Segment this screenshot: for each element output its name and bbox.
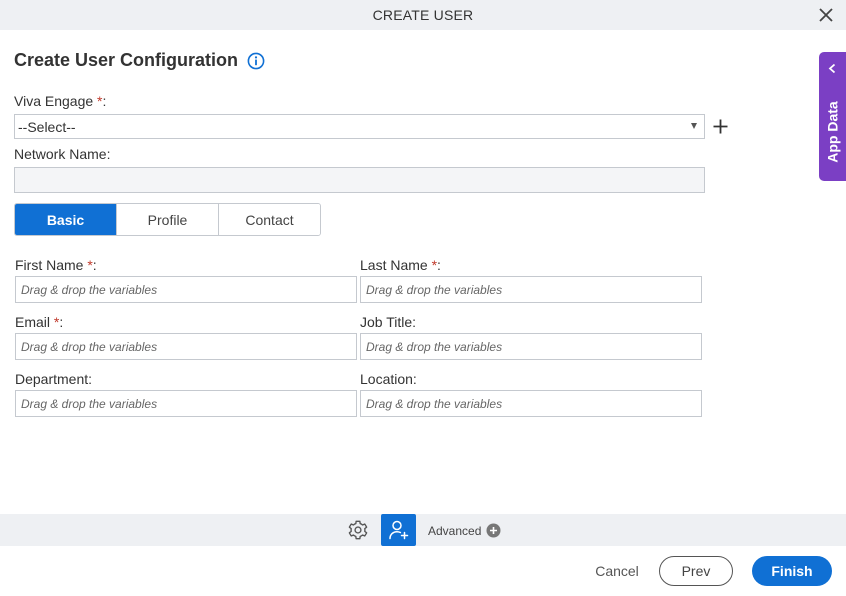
plus-circle-icon: [486, 523, 501, 538]
advanced-toggle[interactable]: Advanced: [428, 523, 501, 538]
gear-icon[interactable]: [347, 519, 369, 541]
prev-button[interactable]: Prev: [659, 556, 733, 586]
info-icon[interactable]: [247, 52, 265, 70]
network-name-label: Network Name:: [14, 146, 111, 162]
tab-bar: Basic Profile Contact: [14, 203, 321, 236]
email-input[interactable]: Drag & drop the variables: [15, 333, 357, 360]
job-title-input[interactable]: Drag & drop the variables: [360, 333, 702, 360]
close-icon[interactable]: [818, 7, 834, 23]
viva-engage-selected: --Select--: [18, 118, 76, 135]
dialog-title: CREATE USER: [372, 7, 474, 23]
viva-engage-label: Viva Engage *:: [14, 93, 107, 109]
viva-engage-select[interactable]: --Select--: [14, 114, 705, 139]
add-user-button[interactable]: [381, 514, 416, 546]
tab-contact[interactable]: Contact: [219, 204, 320, 235]
location-label: Location:: [360, 371, 417, 387]
first-name-label: First Name *:: [15, 257, 97, 273]
dialog-title-bar: CREATE USER: [0, 0, 846, 30]
add-user-icon: [388, 520, 408, 540]
email-label: Email *:: [15, 314, 64, 330]
page-title: Create User Configuration: [14, 50, 239, 70]
plus-icon[interactable]: [712, 118, 729, 135]
finish-button[interactable]: Finish: [752, 556, 832, 586]
bottom-toolbar: [0, 514, 846, 546]
cancel-button[interactable]: Cancel: [588, 556, 646, 586]
page-heading: Create User Configuration: [14, 50, 265, 71]
app-data-panel-toggle[interactable]: App Data: [819, 52, 846, 181]
department-input[interactable]: Drag & drop the variables: [15, 390, 357, 417]
advanced-label: Advanced: [428, 523, 482, 538]
department-label: Department:: [15, 371, 93, 387]
tab-basic[interactable]: Basic: [15, 204, 117, 235]
location-input[interactable]: Drag & drop the variables: [360, 390, 702, 417]
last-name-label: Last Name *:: [360, 257, 441, 273]
last-name-input[interactable]: Drag & drop the variables: [360, 276, 702, 303]
app-data-label-wrap: App Data: [819, 87, 846, 177]
tab-profile[interactable]: Profile: [117, 204, 219, 235]
app-data-label: App Data: [824, 101, 841, 163]
first-name-input[interactable]: Drag & drop the variables: [15, 276, 357, 303]
chevron-left-icon: [828, 63, 836, 74]
network-name-field: [14, 167, 705, 193]
dropdown-caret-icon: [691, 123, 697, 129]
job-title-label: Job Title:: [360, 314, 417, 330]
